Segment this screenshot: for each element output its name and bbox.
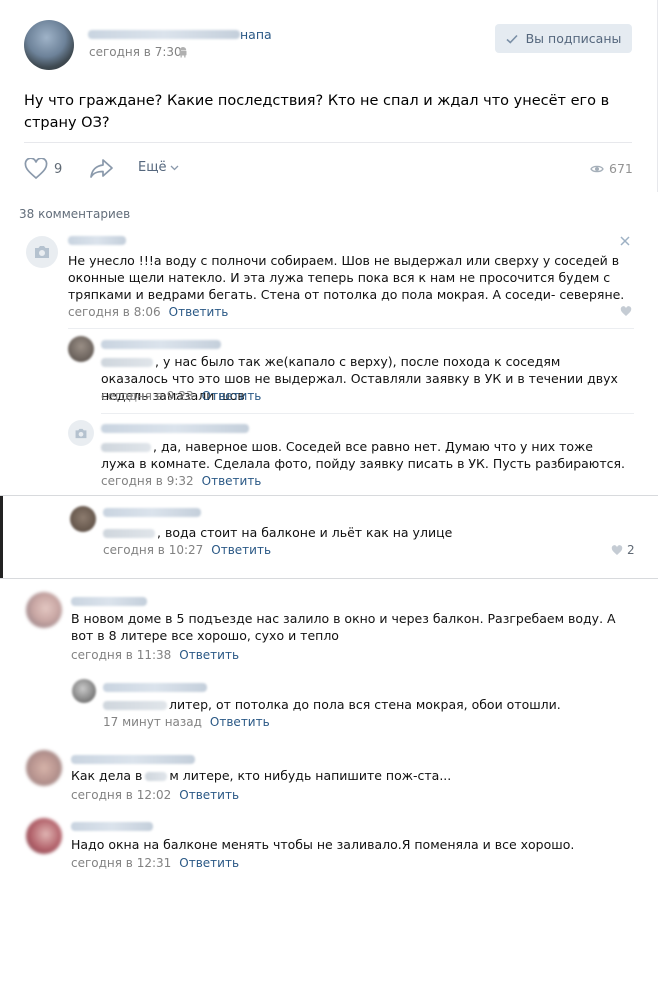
reply-link[interactable]: Ответить [210,715,270,729]
subscribed-label: Вы подписаны [525,31,622,46]
reply-link[interactable]: Ответить [179,788,239,802]
post-author-name-blurred[interactable] [88,30,240,39]
screenshot-seam-left [0,496,3,578]
share-icon[interactable] [89,158,114,179]
post-author-name[interactable]: напа [240,27,272,42]
comment-meta: сегодня в 12:31 Ответить [71,856,239,870]
comment-author-blurred[interactable] [103,508,201,517]
comment-author-blurred[interactable] [101,340,221,349]
comment-meta: сегодня в 9:32 Ответить [101,474,261,488]
comment-time[interactable]: сегодня в 9:23 [101,389,194,403]
comment-avatar-camera[interactable] [68,420,94,446]
comment-meta: 17 минут назад Ответить [103,715,270,729]
like-button[interactable]: 9 [24,158,62,180]
comment-author-blurred[interactable] [101,424,249,433]
comment-meta: сегодня в 8:06 Ответить [68,305,228,319]
redacted-word [145,772,168,781]
comment-author-blurred[interactable] [103,683,207,692]
comment-separator [68,328,634,329]
camera-icon [75,428,87,438]
eye-icon [590,165,604,172]
comment-like[interactable]: 2 [611,543,635,557]
comment-time[interactable]: сегодня в 9:32 [101,474,194,488]
comments-count: 38 комментариев [19,207,131,221]
comment-text-body-start: Как дела в [71,768,143,783]
comment-text: , да, наверное шов. Соседей все равно не… [101,438,625,472]
comment-text-body: , да, наверное шов. Соседей все равно не… [101,439,625,471]
reply-link[interactable]: Ответить [211,543,271,557]
comment-meta: сегодня в 10:27 Ответить [103,543,271,557]
reply-to-name-blurred[interactable] [103,701,167,710]
reply-to-name-blurred[interactable] [101,443,151,452]
post-time[interactable]: сегодня в 7:30 [89,45,182,59]
check-icon [506,34,518,44]
comment-text: Как дела в м литере, кто нибудь напишите … [71,767,631,784]
heart-icon[interactable] [620,306,632,317]
post-divider [24,142,632,143]
android-icon [179,47,187,58]
comment-author-blurred[interactable] [71,755,195,764]
comment-text-body-end: м литере, кто нибудь напишите пож-ста... [169,768,452,783]
comment-separator [101,413,634,414]
comment-meta: сегодня в 12:02 Ответить [71,788,239,802]
views-count: 671 [609,161,633,176]
screenshot-seam-bottom [0,578,658,579]
more-label: Ещё [138,160,167,175]
comment-avatar[interactable] [26,750,62,786]
comment-author-blurred[interactable] [71,597,147,606]
comment-text: , вода стоит на балконе и льёт как на ул… [103,524,623,541]
like-count: 9 [54,161,63,177]
comment-avatar[interactable] [68,336,94,362]
comment-time[interactable]: сегодня в 8:06 [68,305,161,319]
comment-time[interactable]: сегодня в 10:27 [103,543,203,557]
comment-text-body: литер, от потолка до пола вся стена мокр… [169,697,561,712]
comment-avatar[interactable] [70,506,96,532]
comment-time[interactable]: сегодня в 12:31 [71,856,171,870]
comment-time[interactable]: 17 минут назад [103,715,202,729]
comment-avatar-camera[interactable] [26,236,58,268]
like-count: 2 [627,543,635,557]
chevron-down-icon [171,165,179,170]
comment-avatar[interactable] [72,679,96,703]
comment-meta: сегодня в 9:23 Ответить [101,389,261,403]
comment-avatar[interactable] [26,592,62,628]
comment-time[interactable]: сегодня в 12:02 [71,788,171,802]
comment-author-blurred[interactable] [68,236,126,245]
comment-author-blurred[interactable] [71,822,153,831]
comment-text-body: , вода стоит на балконе и льёт как на ул… [157,525,453,540]
close-icon[interactable] [620,236,630,246]
comment-text: В новом доме в 5 подъезде нас залило в о… [71,611,616,643]
reply-link[interactable]: Ответить [202,389,262,403]
subscribed-button[interactable]: Вы подписаны [495,24,632,53]
reply-link[interactable]: Ответить [179,856,239,870]
comment-time[interactable]: сегодня в 11:38 [71,648,171,662]
camera-icon [35,246,49,258]
comment-avatar[interactable] [26,818,62,854]
comment-meta: сегодня в 11:38 Ответить [71,648,239,662]
reply-link[interactable]: Ответить [179,648,239,662]
screenshot-seam-top [0,495,658,496]
views-counter: 671 [590,161,633,176]
reply-to-name-blurred[interactable] [103,529,155,538]
comment-text: Надо окна на балконе менять чтобы не зал… [71,837,575,852]
post-author-avatar[interactable] [24,20,74,70]
more-menu[interactable]: Ещё [138,160,179,175]
post-text: Ну что граждане? Какие последствия? Кто … [24,93,610,131]
reply-link[interactable]: Ответить [169,305,229,319]
comment-text: Не унесло !!!а воду с полночи собираем. … [68,253,625,302]
heart-icon [611,544,623,555]
reply-link[interactable]: Ответить [202,474,262,488]
reply-to-name-blurred[interactable] [101,358,153,367]
heart-icon [24,158,48,180]
comment-text: литер, от потолка до пола вся стена мокр… [103,696,623,713]
